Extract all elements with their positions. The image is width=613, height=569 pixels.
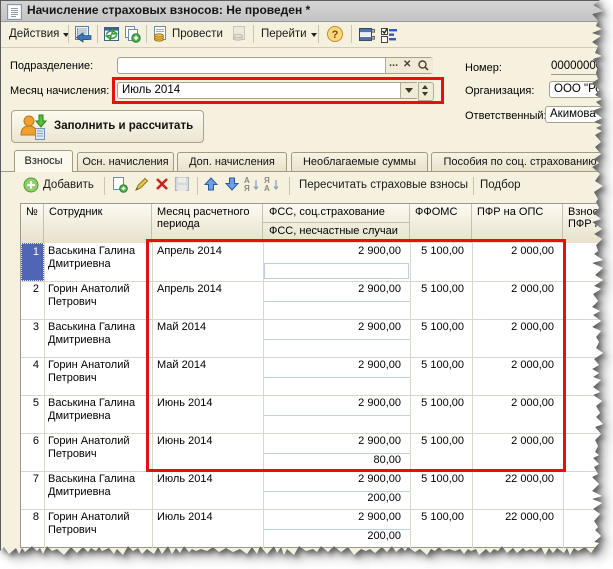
- svg-text:?: ?: [332, 29, 339, 41]
